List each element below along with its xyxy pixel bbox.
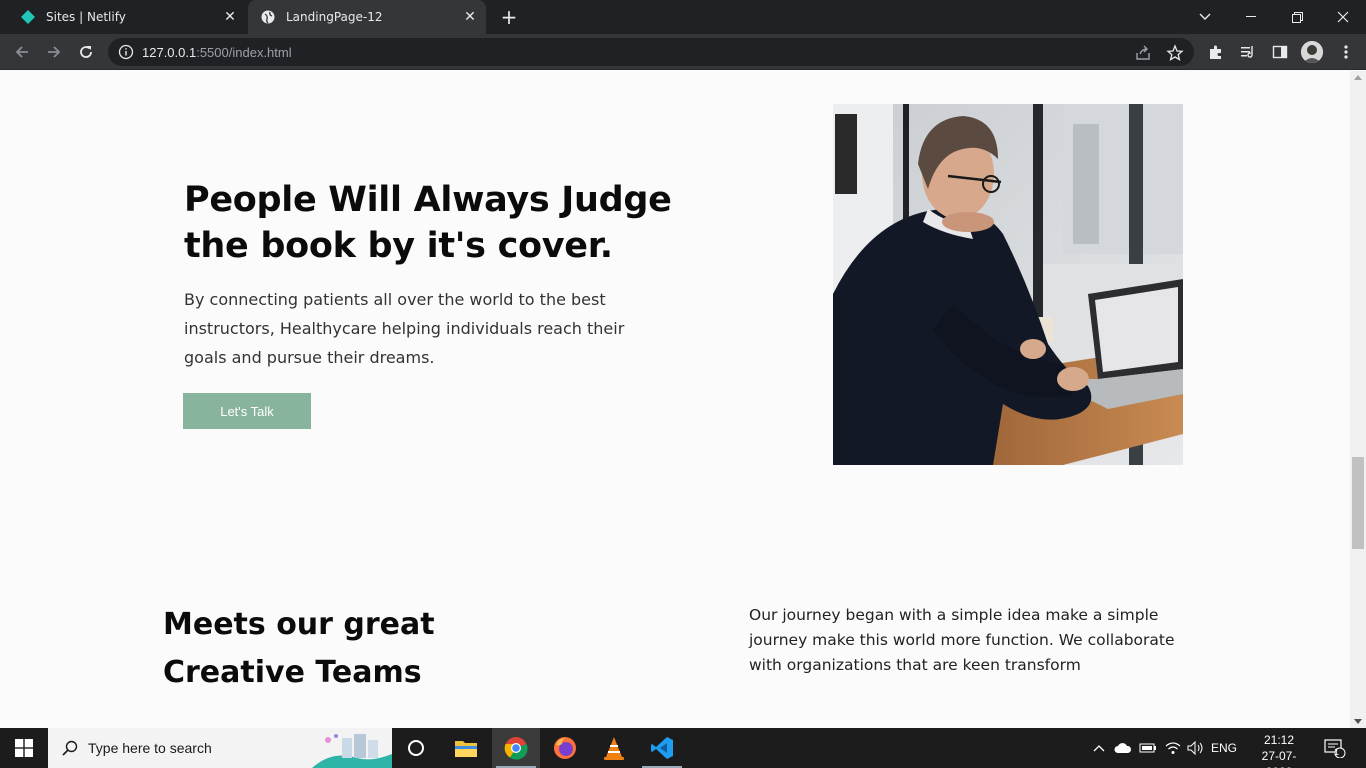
menu-icon[interactable] bbox=[1336, 42, 1356, 62]
team-description: Our journey began with a simple idea mak… bbox=[749, 606, 1175, 674]
media-icon[interactable] bbox=[1238, 42, 1258, 62]
taskbar-search-box[interactable]: Type here to search bbox=[48, 728, 392, 768]
tab-search-icon[interactable] bbox=[1182, 0, 1228, 34]
reload-icon[interactable] bbox=[72, 38, 100, 66]
file-explorer-icon[interactable] bbox=[442, 728, 490, 768]
cortana-icon[interactable] bbox=[392, 728, 440, 768]
battery-icon[interactable] bbox=[1137, 728, 1159, 768]
hero-description: By connecting patients all over the worl… bbox=[184, 290, 625, 367]
notification-count: 1 bbox=[1334, 747, 1340, 757]
new-tab-button[interactable]: + bbox=[498, 6, 520, 28]
onedrive-icon[interactable] bbox=[1112, 728, 1134, 768]
address-bar[interactable]: 127.0.0.1:5500/index.html bbox=[108, 38, 1194, 66]
back-icon[interactable] bbox=[8, 38, 36, 66]
profile-avatar[interactable] bbox=[1301, 41, 1323, 63]
url-text: 127.0.0.1:5500/index.html bbox=[142, 44, 292, 60]
browser-toolbar: 127.0.0.1:5500/index.html bbox=[0, 34, 1366, 70]
tab-netlify[interactable]: Sites | Netlify ✕ bbox=[8, 0, 246, 34]
tab-landingpage[interactable]: LandingPage-12 ✕ bbox=[248, 0, 486, 34]
extensions-icon[interactable] bbox=[1206, 42, 1226, 62]
team-title: Meets our great Creative Teams bbox=[163, 607, 435, 690]
tab-title: Sites | Netlify bbox=[46, 10, 126, 24]
close-tab-icon[interactable]: ✕ bbox=[220, 7, 240, 27]
system-clock[interactable]: 21:12 27-07-2022 bbox=[1252, 732, 1306, 768]
scroll-up-arrow[interactable] bbox=[1354, 75, 1362, 80]
language-indicator[interactable]: ENG bbox=[1210, 728, 1238, 768]
browser-tab-strip: Sites | Netlify ✕ LandingPage-12 ✕ + bbox=[0, 0, 1366, 34]
globe-icon bbox=[260, 9, 276, 25]
firefox-icon[interactable] bbox=[541, 728, 589, 768]
clock-date: 27-07-2022 bbox=[1261, 749, 1297, 768]
volume-icon[interactable] bbox=[1185, 728, 1207, 768]
vlc-icon[interactable] bbox=[590, 728, 638, 768]
side-panel-icon[interactable] bbox=[1270, 42, 1290, 62]
scroll-thumb[interactable] bbox=[1352, 457, 1364, 549]
forward-icon[interactable] bbox=[40, 38, 68, 66]
chrome-icon[interactable] bbox=[492, 728, 540, 768]
close-tab-icon[interactable]: ✕ bbox=[460, 7, 480, 27]
wifi-icon[interactable] bbox=[1162, 728, 1184, 768]
search-placeholder: Type here to search bbox=[88, 740, 212, 756]
windows-start-icon[interactable] bbox=[0, 728, 48, 768]
minimize-button[interactable] bbox=[1228, 0, 1274, 34]
share-icon[interactable] bbox=[1134, 44, 1152, 62]
netlify-icon bbox=[20, 9, 36, 25]
vscode-icon[interactable] bbox=[638, 728, 686, 768]
scroll-down-arrow[interactable] bbox=[1354, 719, 1362, 724]
search-highlight-illustration bbox=[312, 728, 392, 768]
star-icon[interactable] bbox=[1166, 44, 1184, 62]
tab-title: LandingPage-12 bbox=[286, 10, 383, 24]
hero-photo bbox=[833, 104, 1183, 465]
clock-time: 21:12 bbox=[1263, 733, 1295, 747]
page-scrollbar[interactable] bbox=[1350, 71, 1366, 728]
info-icon[interactable] bbox=[118, 44, 134, 60]
lets-talk-button[interactable]: Let's Talk bbox=[183, 393, 311, 429]
notification-center-icon[interactable]: 1 bbox=[1320, 728, 1350, 768]
close-window-button[interactable] bbox=[1320, 0, 1366, 34]
hero-title: People Will Always Judge the book by it'… bbox=[184, 180, 672, 266]
search-icon bbox=[62, 740, 78, 756]
landing-page: People Will Always Judge the book by it'… bbox=[0, 71, 1350, 728]
show-hidden-icons[interactable] bbox=[1090, 728, 1108, 768]
restore-button[interactable] bbox=[1274, 0, 1320, 34]
windows-taskbar: Type here to search ENG 21:12 27-07-2022 bbox=[0, 728, 1366, 768]
